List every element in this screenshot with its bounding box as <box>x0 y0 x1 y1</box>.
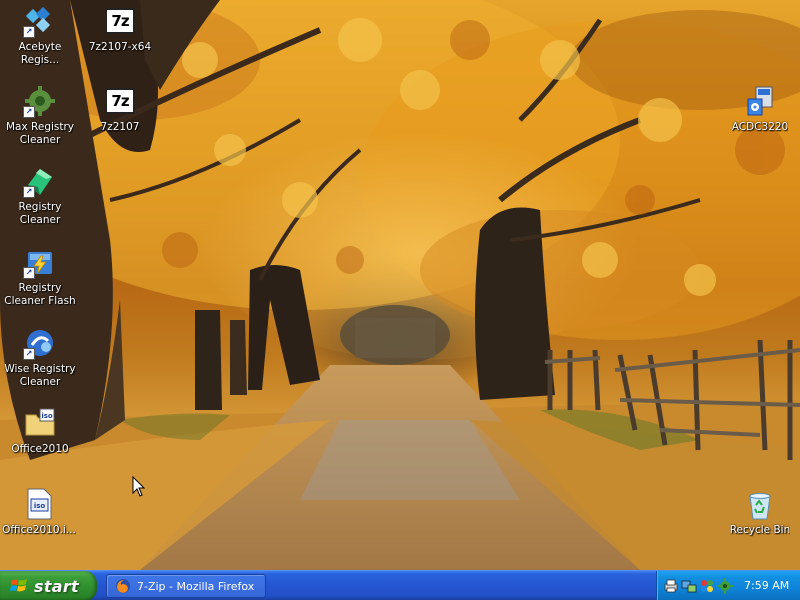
tray-gear-icon[interactable] <box>717 577 733 594</box>
iso-file-icon: iso <box>22 487 56 521</box>
tray-shield-icon[interactable] <box>699 578 715 594</box>
svg-text:iso: iso <box>41 412 53 420</box>
sevenzip-icon: 7z <box>103 4 137 38</box>
desktop-icon-registry-cleaner[interactable]: ↗ Registry Cleaner <box>2 164 78 227</box>
iso-folder-icon: iso <box>23 406 57 440</box>
desktop-icon-label: Office2010.i... <box>2 524 76 536</box>
shortcut-arrow-icon: ↗ <box>23 267 35 279</box>
registry-cleaner-icon: ↗ <box>23 164 57 198</box>
desktop-icon-label: Registry Cleaner Flash <box>4 282 76 307</box>
recycle-bin-icon <box>743 487 777 521</box>
desktop-icon-label: Office2010 <box>11 443 69 455</box>
desktop-icon-acebyte-registry[interactable]: ↗ Acebyte Regis... <box>2 4 78 67</box>
desktop-icon-recycle-bin[interactable]: Recycle Bin <box>722 487 798 537</box>
system-tray: 7:59 AM <box>656 571 800 600</box>
acdc-installer-icon <box>743 84 777 118</box>
start-button[interactable]: start <box>0 571 97 600</box>
firefox-icon <box>115 578 131 594</box>
start-label: start <box>34 576 80 596</box>
desktop-icon-label: 7z2107-x64 <box>88 41 152 53</box>
taskbar-button-firefox[interactable]: 7-Zip - Mozilla Firefox <box>106 574 266 598</box>
registry-cleaner-flash-icon: ↗ <box>23 245 57 279</box>
sevenzip-icon: 7z <box>103 84 137 118</box>
desktop-icon-label: Recycle Bin <box>729 524 791 536</box>
desktop-icon-7z2107[interactable]: 7z 7z2107 <box>82 84 158 134</box>
desktop-icon-7z2107-x64[interactable]: 7z 7z2107-x64 <box>82 4 158 54</box>
desktop-icon-office2010-folder[interactable]: iso Office2010 <box>2 406 78 456</box>
desktop-icon-label: Max Registry Cleaner <box>5 121 75 146</box>
acebyte-registry-icon: ↗ <box>23 4 57 38</box>
taskbar: start 7-Zip - Mozilla Firefox 7:59 AM <box>0 570 800 600</box>
wise-registry-cleaner-icon: ↗ <box>23 326 57 360</box>
desktop-icon-label: 7z2107 <box>100 121 140 133</box>
desktop-icon-label: Registry Cleaner <box>18 201 62 226</box>
desktop[interactable]: ↗ Acebyte Regis... ↗ Max Registry Cleane… <box>0 0 800 570</box>
taskbar-button-label: 7-Zip - Mozilla Firefox <box>137 579 255 593</box>
desktop-icon-registry-cleaner-flash[interactable]: ↗ Registry Cleaner Flash <box>2 245 78 308</box>
desktop-icon-acdc3220[interactable]: ACDC3220 <box>722 84 798 134</box>
tray-printer-icon[interactable] <box>663 578 679 594</box>
sevenzip-glyph-text: 7z <box>105 88 135 114</box>
svg-text:iso: iso <box>34 502 46 510</box>
desktop-icon-wise-registry-cleaner[interactable]: ↗ Wise Registry Cleaner <box>2 326 78 389</box>
taskbar-clock[interactable]: 7:59 AM <box>744 579 789 592</box>
windows-logo-icon <box>10 578 28 594</box>
desktop-icon-label: ACDC3220 <box>731 121 789 133</box>
shortcut-arrow-icon: ↗ <box>23 26 35 38</box>
desktop-icon-office2010-iso[interactable]: iso Office2010.i... <box>1 487 77 537</box>
desktop-icon-label: Wise Registry Cleaner <box>4 363 76 388</box>
shortcut-arrow-icon: ↗ <box>23 348 35 360</box>
desktop-icon-max-registry-cleaner[interactable]: ↗ Max Registry Cleaner <box>2 84 78 147</box>
desktop-icon-label: Acebyte Regis... <box>18 41 62 66</box>
sevenzip-glyph-text: 7z <box>105 8 135 34</box>
shortcut-arrow-icon: ↗ <box>23 106 35 118</box>
max-registry-cleaner-icon: ↗ <box>23 84 57 118</box>
shortcut-arrow-icon: ↗ <box>23 186 35 198</box>
tray-network-icon[interactable] <box>681 578 697 594</box>
